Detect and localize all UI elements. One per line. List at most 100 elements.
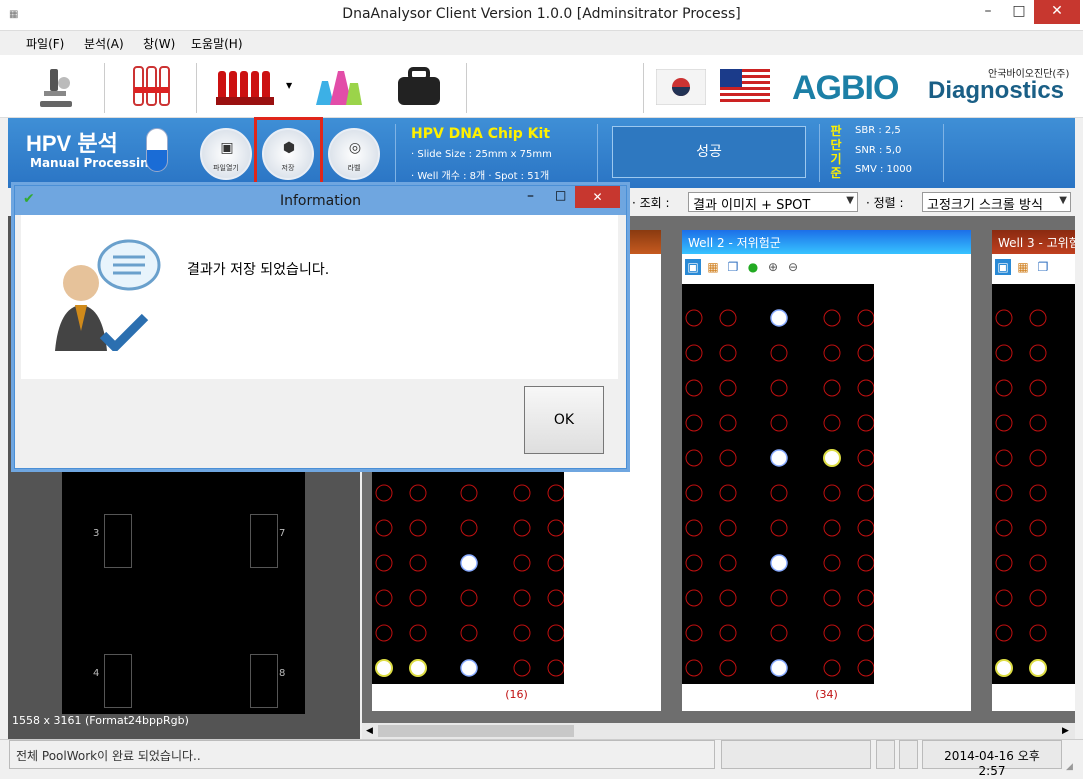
result-status: 성공 (612, 126, 806, 178)
sample-rack-icon[interactable] (214, 61, 284, 111)
spot (1029, 519, 1047, 537)
image-icon[interactable]: ▣ (995, 259, 1011, 275)
spot-grid (685, 309, 875, 677)
well-label: 7 (279, 528, 286, 539)
refresh-icon[interactable]: ● (745, 259, 761, 275)
dialog-maximize-button[interactable]: □ (555, 188, 566, 202)
spot (823, 554, 841, 572)
spot (547, 484, 565, 502)
spot (513, 659, 531, 677)
spot (823, 309, 841, 327)
spot (460, 624, 478, 642)
korean-flag-icon[interactable] (656, 69, 706, 105)
dialog-close-button[interactable]: ✕ (575, 186, 620, 208)
grid-icon[interactable]: ▦ (1015, 259, 1031, 275)
dropdown-arrow-icon[interactable]: ▼ (286, 81, 292, 90)
dialog-body: 결과가 저장 되었습니다. (21, 215, 618, 379)
spot (823, 519, 841, 537)
scroll-thumb[interactable] (378, 725, 574, 737)
spot (857, 624, 875, 642)
spot (685, 344, 703, 362)
criteria-sbr: SBR : 2,5 (855, 125, 901, 136)
label-button[interactable]: ◎ 라벨 (328, 128, 380, 180)
spot (513, 554, 531, 572)
spot (513, 519, 531, 537)
spot (995, 624, 1013, 642)
open-file-label: 파일열기 (213, 164, 239, 172)
kit-well-info: · Well 개수 : 8개 · Spot : 51개 (411, 171, 550, 182)
criteria-label: 판단기준 (830, 124, 842, 180)
spot (719, 519, 737, 537)
ok-button[interactable]: OK (524, 386, 604, 454)
menu-file[interactable]: 파일(F) (26, 35, 64, 52)
zoom-out-icon[interactable]: ⊖ (785, 259, 801, 275)
menu-analysis[interactable]: 분석(A) (84, 35, 124, 52)
spot (857, 449, 875, 467)
spot (685, 414, 703, 432)
spot (719, 484, 737, 502)
company-logo: 안국바이오진단(주) AGBIO Diagnostics (792, 63, 1072, 113)
status-datetime: 2014-04-16 오후 2:57 (922, 740, 1062, 778)
view-select[interactable]: 결과 이미지 + SPOT ▼ (688, 192, 858, 212)
spot (770, 659, 788, 677)
spot (857, 589, 875, 607)
spot (823, 484, 841, 502)
image-icon[interactable]: ▣ (685, 259, 701, 275)
spot (823, 659, 841, 677)
copy-icon[interactable]: ❐ (725, 259, 741, 275)
flasks-icon[interactable] (312, 61, 366, 111)
resize-grip-icon[interactable]: ◢ (1066, 762, 1073, 772)
spot (513, 484, 531, 502)
sort-select[interactable]: 고정크기 스크롤 방식 ▼ (922, 192, 1071, 212)
spot (375, 519, 393, 537)
user-info-icon (55, 239, 161, 351)
grid-icon: ▣ (220, 140, 234, 156)
spot (685, 519, 703, 537)
doctor-bag-icon[interactable] (392, 61, 446, 111)
sort-label: · 정렬 : (866, 196, 904, 210)
spot (719, 379, 737, 397)
dialog-minimize-button[interactable]: – (527, 188, 534, 204)
horizontal-scrollbar[interactable]: ◀ ▶ (362, 723, 1075, 739)
open-file-button[interactable]: ▣ 파일열기 (200, 128, 252, 180)
status-message: 전체 PoolWork이 완료 되었습니다.. (9, 740, 715, 769)
grid-icon[interactable]: ▦ (705, 259, 721, 275)
well-card-3: Well 3 - 고위험 ▣ ▦ ❐ (992, 230, 1075, 711)
spot (995, 414, 1013, 432)
spot (1029, 344, 1047, 362)
spot (1029, 449, 1047, 467)
status-progress (721, 740, 871, 769)
spot (547, 554, 565, 572)
copy-icon[interactable]: ❐ (1035, 259, 1051, 275)
well-card-2: Well 2 - 저위험군 ▣ ▦ ❐ ● ⊕ ⊖ (34) (682, 230, 971, 711)
spot (823, 414, 841, 432)
chip-image: 3 7 4 8 (62, 466, 305, 714)
panel-subtitle: Manual Processing (30, 156, 158, 170)
spot (547, 659, 565, 677)
window-title: DnaAnalysor Client Version 1.0.0 [Admins… (342, 6, 741, 22)
view-label: · 조회 : (632, 196, 670, 210)
dialog-title-bar: ✔ Information – □ ✕ (15, 186, 626, 215)
minimize-button[interactable]: – (972, 0, 1004, 24)
close-button[interactable]: ✕ (1034, 0, 1080, 24)
spot (995, 659, 1013, 677)
spot (857, 659, 875, 677)
spot (995, 344, 1013, 362)
microscope-icon[interactable] (30, 61, 84, 111)
menu-window[interactable]: 창(W) (143, 35, 175, 52)
spot (1029, 309, 1047, 327)
test-tubes-icon[interactable] (124, 61, 178, 111)
spot (1029, 379, 1047, 397)
menu-help[interactable]: 도움말(H) (191, 35, 243, 52)
spot (409, 484, 427, 502)
zoom-in-icon[interactable]: ⊕ (765, 259, 781, 275)
spot (513, 624, 531, 642)
spot (685, 589, 703, 607)
maximize-button[interactable]: □ (1003, 0, 1035, 24)
spot (770, 309, 788, 327)
kit-name: HPV DNA Chip Kit (411, 126, 551, 142)
spot (685, 309, 703, 327)
spot (995, 554, 1013, 572)
spot (460, 484, 478, 502)
us-flag-icon[interactable] (720, 69, 770, 105)
